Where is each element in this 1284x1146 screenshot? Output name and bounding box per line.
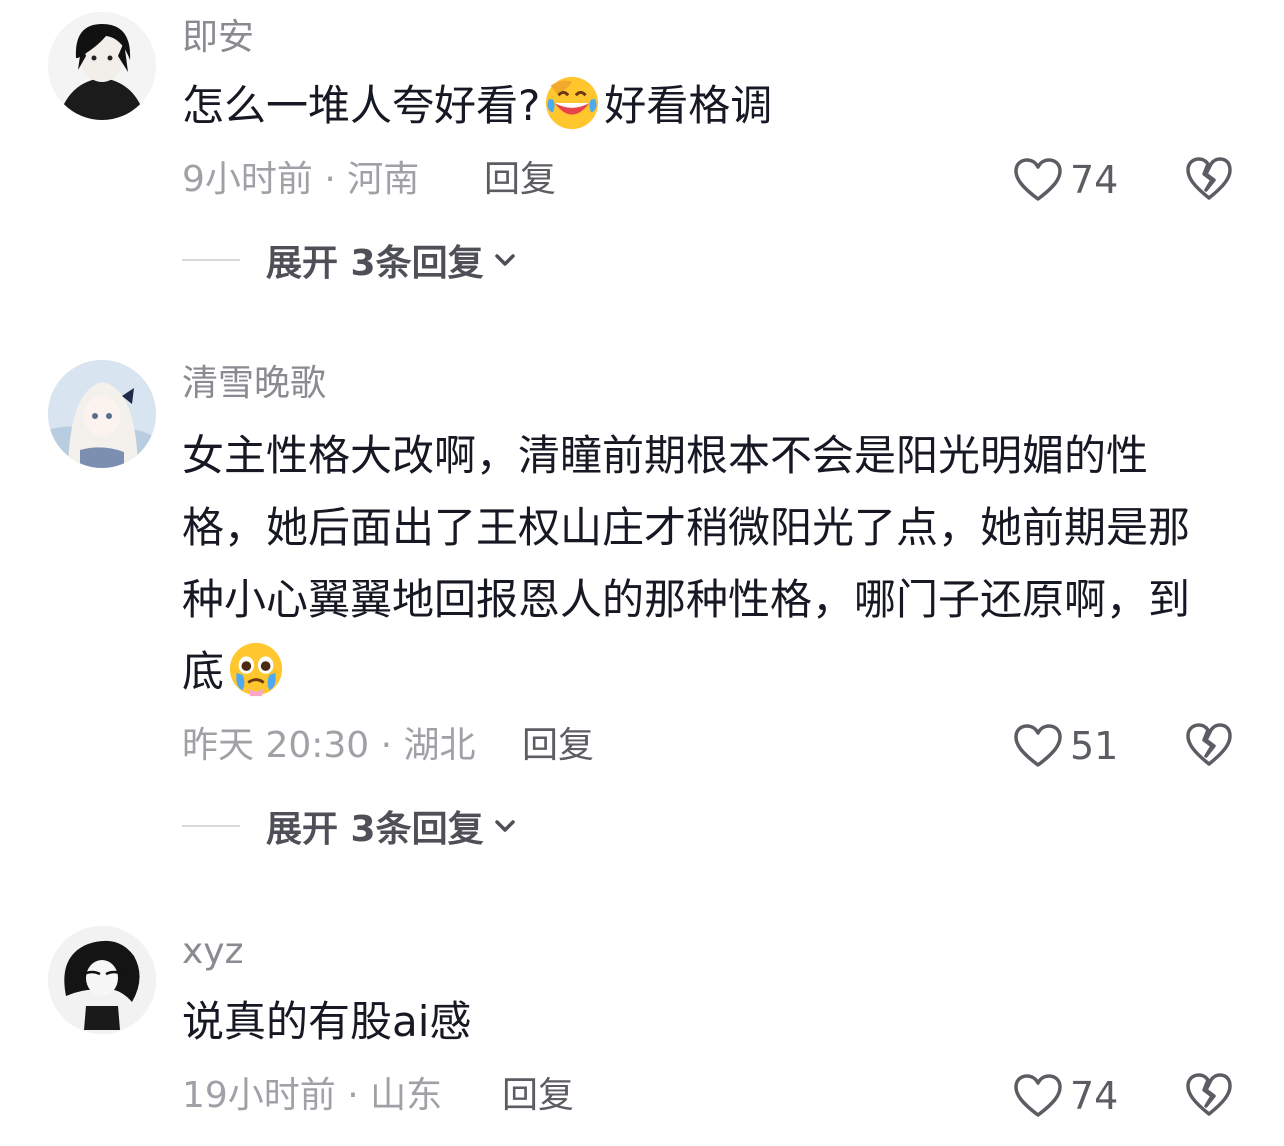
like-button[interactable]: 74 (1012, 1072, 1118, 1120)
username[interactable]: 清雪晚歌 (182, 360, 326, 408)
dislike-button[interactable] (1184, 722, 1234, 770)
avatar-image (48, 926, 156, 1034)
dislike-button[interactable] (1184, 156, 1234, 204)
like-count: 51 (1070, 724, 1119, 768)
expand-replies-button[interactable]: 展开 3条回复 (182, 236, 518, 284)
like-count: 74 (1070, 158, 1119, 202)
username[interactable]: xyz (182, 928, 244, 976)
broken-heart-icon (1186, 723, 1232, 766)
expand-replies-button[interactable]: 展开 3条回复 (182, 802, 518, 850)
reply-button[interactable]: 回复 (484, 156, 556, 204)
expand-replies-label: 展开 3条回复 (266, 809, 484, 850)
laughing-tears-emoji (546, 76, 599, 130)
chevron-down-icon (494, 254, 515, 266)
expand-replies-label: 展开 3条回复 (266, 243, 484, 284)
like-button[interactable]: 51 (1012, 722, 1118, 770)
divider (182, 825, 240, 827)
comment-text: 怎么一堆人夸好看? 好看格调 (182, 70, 1212, 142)
divider (182, 259, 240, 261)
heart-icon (1014, 724, 1062, 767)
comment-meta: 9小时前 · 河南 (182, 159, 420, 200)
comment-text: 说真的有股ai感 (182, 997, 472, 1046)
reply-button[interactable]: 回复 (522, 722, 594, 770)
broken-heart-icon (1186, 1073, 1232, 1116)
comment-text: 女主性格大改啊，清瞳前期根本不会是阳光明媚的性格，她后面出了王权山庄才稍微阳光了… (182, 431, 1191, 697)
pleading-tears-emoji (229, 642, 283, 697)
dislike-button[interactable] (1184, 1072, 1234, 1120)
username[interactable]: 即安 (182, 14, 254, 62)
heart-icon (1014, 158, 1062, 201)
avatar-image (48, 360, 156, 468)
avatar-image (48, 12, 156, 120)
heart-icon (1014, 1074, 1062, 1117)
broken-heart-icon (1186, 157, 1232, 200)
avatar[interactable] (48, 926, 156, 1034)
like-count: 74 (1070, 1074, 1119, 1118)
comment-meta: 19小时前 · 山东 (182, 1075, 443, 1116)
like-button[interactable]: 74 (1012, 156, 1118, 204)
chevron-down-icon (494, 820, 515, 832)
reply-button[interactable]: 回复 (502, 1072, 574, 1120)
avatar[interactable] (48, 360, 156, 468)
avatar[interactable] (48, 12, 156, 120)
comment-meta: 昨天 20:30 · 湖北 (182, 725, 476, 766)
